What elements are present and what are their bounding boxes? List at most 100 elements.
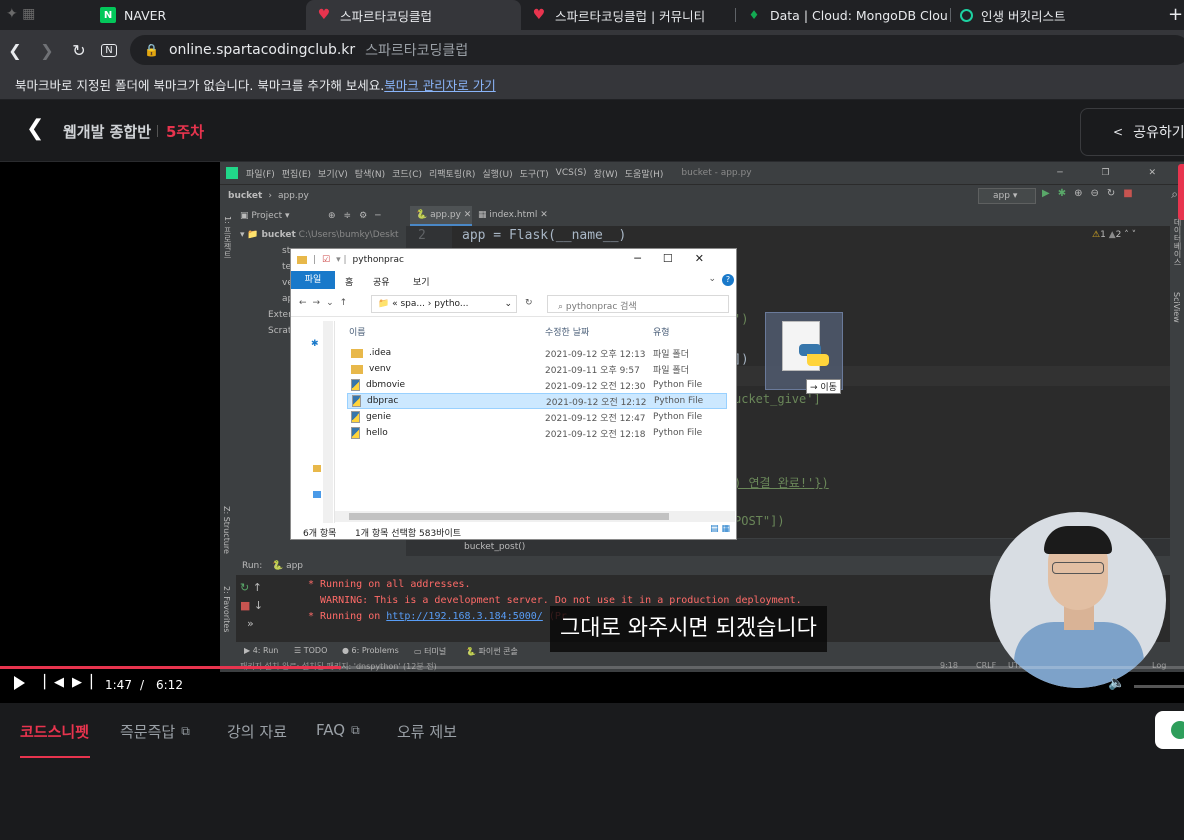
progress-track[interactable] xyxy=(0,666,1184,669)
file-type: 파일 폴더 xyxy=(653,365,689,376)
help-icon[interactable]: ? xyxy=(722,274,734,286)
back-icon[interactable]: ❮ xyxy=(4,39,26,61)
file-row[interactable]: .idea 2021-09-12 오후 12:13 파일 폴더 xyxy=(347,345,727,361)
nav-pane-scrollbar[interactable] xyxy=(323,321,333,523)
tree-item[interactable]: st xyxy=(282,246,290,256)
menu-help[interactable]: 도움말(H) xyxy=(625,167,664,180)
function-breadcrumb[interactable]: bucket_post() xyxy=(464,542,525,552)
menu-view[interactable]: 보기(V) xyxy=(318,167,348,180)
ribbon-tab-file[interactable]: 파일 xyxy=(291,271,335,289)
forward-icon[interactable]: ❯ xyxy=(36,39,58,61)
side-tab-database[interactable]: 데이터베이스 xyxy=(1172,218,1183,266)
bottom-tab-todo[interactable]: ☰ TODO xyxy=(294,646,327,655)
search-icon[interactable]: ⌕ xyxy=(1171,187,1178,202)
quick-access-icons[interactable]: ☑ xyxy=(322,255,330,265)
menu-edit[interactable]: 편집(E) xyxy=(282,167,311,180)
run-config-select[interactable]: app ▾ xyxy=(978,188,1036,204)
bottom-tab-terminal[interactable]: ▭ 터미널 xyxy=(414,646,446,657)
back-chevron-icon[interactable]: ❮ xyxy=(26,116,44,141)
run-config-tab[interactable]: 🐍 app xyxy=(272,561,303,571)
window-controls[interactable]: ─ ❐ ✕ xyxy=(1057,168,1174,178)
floating-side-tab[interactable] xyxy=(1178,164,1184,220)
volume-slider[interactable] xyxy=(1134,685,1184,688)
side-tab-structure[interactable]: Z: Structure xyxy=(222,506,231,554)
column-type[interactable]: 유형 xyxy=(653,325,670,338)
skip-back-icon[interactable]: ▏◀ xyxy=(44,675,64,690)
bottom-tab-python-console[interactable]: 🐍 파이썬 콘솔 xyxy=(466,646,518,657)
menu-tools[interactable]: 도구(T) xyxy=(520,167,549,180)
bookmark-manager-link[interactable]: 북마크 관리자로 가기 xyxy=(384,75,495,94)
tree-root[interactable]: ▾ 📁 bucket C:\Users\bumky\Deskt xyxy=(240,230,399,240)
bottom-tab-run[interactable]: ▶ 4: Run xyxy=(244,646,278,655)
ribbon-tab-share[interactable]: 공유 xyxy=(373,275,390,288)
browser-profile-icon[interactable]: ✦ ▦ xyxy=(6,6,46,24)
column-date[interactable]: 수정한 날짜 xyxy=(545,325,589,338)
ide-nav-bar: bucket › app.py app ▾ ▶✱⊕⊖↻■ ⌕ xyxy=(220,184,1184,206)
drive-icon xyxy=(313,491,321,498)
tab-error-report[interactable]: 오류 제보 xyxy=(397,721,457,742)
view-toggle-icons[interactable]: ▤ ▦ xyxy=(710,524,730,534)
duration: 6:12 xyxy=(156,678,183,692)
window-controls[interactable]: ─☐✕ xyxy=(634,252,726,265)
explorer-path-box[interactable]: 📁 « spa... › pytho... ⌄ xyxy=(371,295,517,313)
breadcrumb-project[interactable]: bucket xyxy=(228,191,262,201)
browser-tab-naver[interactable]: N NAVER xyxy=(92,0,302,30)
menu-window[interactable]: 창(W) xyxy=(594,167,618,180)
console-url-link[interactable]: http://192.168.3.184:5000/ xyxy=(386,611,543,622)
profile-avatar-button[interactable] xyxy=(1155,711,1184,749)
menu-navigate[interactable]: 탐색(N) xyxy=(355,167,385,180)
file-row[interactable]: genie 2021-09-12 오전 12:47 Python File xyxy=(347,409,727,425)
file-row[interactable]: dbprac 2021-09-12 오전 12:12 Python File xyxy=(347,393,727,409)
warnings-indicator[interactable]: ⚠1 ▲2 ˄ ˅ xyxy=(1092,230,1136,240)
file-list-hscrollbar[interactable] xyxy=(335,511,735,522)
side-tab-project[interactable]: 1: 프로젝트 xyxy=(222,216,233,258)
menu-code[interactable]: 코드(C) xyxy=(392,167,422,180)
ribbon-tab-home[interactable]: 홈 xyxy=(345,275,353,288)
volume-icon[interactable]: 🔈 xyxy=(1108,675,1125,691)
run-actions[interactable]: ↻ ↑ ■ ↓ » xyxy=(240,579,282,633)
side-tab-sciview[interactable]: SciView xyxy=(1172,292,1181,323)
explorer-search-box[interactable]: ⌕ pythonprac 검색 xyxy=(547,295,729,313)
address-bar[interactable]: 🔒 online.spartacodingclub.kr 스파르타코딩클럽 xyxy=(130,35,1184,65)
new-tab-icon[interactable]: + xyxy=(1168,4,1183,25)
file-row[interactable]: venv 2021-09-11 오후 9:57 파일 폴더 xyxy=(347,361,727,377)
column-name[interactable]: 이름 xyxy=(349,325,366,338)
pycharm-logo-icon xyxy=(226,167,238,179)
breadcrumb-file[interactable]: app.py xyxy=(278,191,309,201)
file-row[interactable]: hello 2021-09-12 오전 12:18 Python File xyxy=(347,425,727,441)
tab-faq[interactable]: FAQ ⧉ xyxy=(316,721,360,739)
tab-qna[interactable]: 즉문즉답 ⧉ xyxy=(120,721,190,742)
ide-toolbar-icons[interactable]: ▶✱⊕⊖↻■ xyxy=(1042,188,1141,199)
browser-tab-bucket[interactable]: 인생 버킷리스트 xyxy=(952,0,1152,30)
project-view-select[interactable]: ▣ Project ▾ xyxy=(240,211,290,221)
file-row[interactable]: dbmovie 2021-09-12 오전 12:30 Python File xyxy=(347,377,727,393)
naver-whale-icon[interactable]: N xyxy=(98,39,120,61)
ribbon-tab-view[interactable]: 보기 xyxy=(413,275,430,288)
video-player[interactable]: 파일(F) 편집(E) 보기(V) 탐색(N) 코드(C) 리팩토링(R) 실행… xyxy=(0,162,1184,703)
ribbon-expand-icon[interactable]: ⌄ xyxy=(708,274,716,284)
menu-file[interactable]: 파일(F) xyxy=(246,167,275,180)
menu-run[interactable]: 실행(U) xyxy=(482,167,512,180)
project-panel-icons[interactable]: ⊕≑⚙─ xyxy=(328,211,389,221)
browser-tab-sparta[interactable]: ♥ 스파르타코딩클럽 xyxy=(306,0,521,30)
refresh-icon[interactable]: ↻ xyxy=(525,298,533,308)
reload-icon[interactable]: ↻ xyxy=(68,39,90,61)
editor-tab-index[interactable]: ▦ index.html ✕ xyxy=(478,210,548,220)
naver-icon: N xyxy=(100,7,116,23)
browser-tab-community[interactable]: ♥ 스파르타코딩클럽 | 커뮤니티 xyxy=(523,0,733,30)
bottom-tab-problems[interactable]: ● 6: Problems xyxy=(342,646,399,655)
tab-code-snippet[interactable]: 코드스니펫 xyxy=(20,721,89,742)
skip-forward-icon[interactable]: ▶▕ xyxy=(72,675,92,690)
menu-vcs[interactable]: VCS(S) xyxy=(556,168,587,178)
side-tab-favorites[interactable]: 2: Favorites xyxy=(222,586,231,632)
bookmark-bar: 북마크바로 지정된 폴더에 북마크가 없습니다. 북마크를 추가해 보세요. 북… xyxy=(0,70,1184,100)
browser-tab-mongodb[interactable]: ♦ Data | Cloud: MongoDB Cloud xyxy=(738,0,948,30)
play-icon[interactable] xyxy=(14,676,25,690)
tree-scratches[interactable]: Scrat xyxy=(268,326,291,336)
editor-tab-app[interactable]: 🐍 app.py ✕ xyxy=(410,206,472,226)
menu-refactor[interactable]: 리팩토링(R) xyxy=(429,167,475,180)
share-button[interactable]: < 공유하기 xyxy=(1080,108,1184,156)
tab-lecture-materials[interactable]: 강의 자료 xyxy=(227,721,287,742)
file-type: Python File xyxy=(653,428,703,438)
nav-arrows[interactable]: ←→⌄↑ xyxy=(299,298,353,308)
